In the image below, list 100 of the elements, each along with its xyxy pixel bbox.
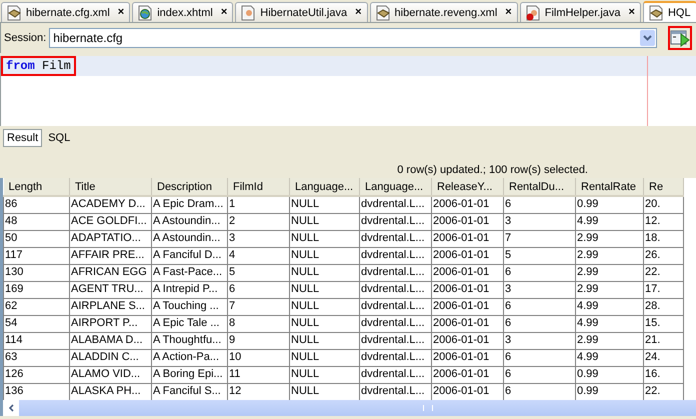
table-cell: 4.99 xyxy=(577,351,598,363)
table-cell: A Fast-Pace... xyxy=(153,266,222,278)
table-cell: ALADDIN C... xyxy=(71,351,139,363)
table-cell: 6 xyxy=(229,283,236,295)
table-cell: dvdrental.L... xyxy=(361,385,425,397)
table-cell: 0.99 xyxy=(577,198,598,210)
table-cell: NULL xyxy=(291,249,320,261)
table-cell: AIRPLANE S... xyxy=(71,300,145,312)
table-cell: ALABAMA D... xyxy=(71,334,143,346)
close-icon[interactable]: × xyxy=(118,7,124,18)
java-file-error-icon xyxy=(524,4,541,20)
close-icon[interactable]: × xyxy=(505,7,512,18)
table-cell: 22. xyxy=(645,266,660,278)
table-cell: 117 xyxy=(5,249,23,261)
config-file-icon xyxy=(6,4,22,20)
table-cell: 2006-01-01 xyxy=(433,300,490,312)
editor-tab[interactable]: hibernate.cfg.xml × xyxy=(1,2,130,22)
table-cell: 6 xyxy=(505,300,512,312)
result-tab[interactable]: SQL xyxy=(45,130,74,146)
table-cell: 4.99 xyxy=(577,300,598,312)
table-cell: A Fanciful S... xyxy=(153,385,221,397)
table-cell: 10 xyxy=(229,351,242,363)
table-cell: NULL xyxy=(291,198,320,210)
table-cell: 18. xyxy=(645,232,660,244)
table-cell: A Intrepid P... xyxy=(153,283,218,295)
run-button[interactable] xyxy=(668,26,692,50)
table-cell: 5 xyxy=(505,249,512,261)
table-cell: 3 xyxy=(505,334,512,346)
table-cell: 136 xyxy=(5,385,24,397)
table-cell: 8 xyxy=(229,317,236,329)
table-cell: NULL xyxy=(291,266,320,278)
table-cell: dvdrental.L... xyxy=(361,232,425,244)
table-cell: A Astoundin... xyxy=(153,215,220,227)
table-cell: NULL xyxy=(291,351,320,363)
table-cell: 17. xyxy=(645,283,660,295)
table-cell: 2006-01-01 xyxy=(433,283,490,295)
table-cell: 2006-01-01 xyxy=(433,385,490,397)
table-cell: ALAMO VID... xyxy=(71,368,140,380)
table-cell: 6 xyxy=(505,266,512,278)
table-cell: 12. xyxy=(645,215,660,227)
editor-tab[interactable]: FilmHelper.java × xyxy=(520,2,641,22)
table-cell: ACE GOLDFI... xyxy=(71,215,147,227)
table-cell: 9 xyxy=(229,334,236,346)
table-cell: dvdrental.L... xyxy=(361,198,425,210)
table-cell: 2.99 xyxy=(577,283,598,295)
table-cell: A Fanciful D... xyxy=(153,249,222,261)
table-cell: 2.99 xyxy=(577,334,598,346)
table-cell: NULL xyxy=(291,300,320,312)
table-cell: 2006-01-01 xyxy=(433,232,490,244)
scroll-thumb[interactable] xyxy=(423,405,433,411)
table-cell: 2006-01-01 xyxy=(433,368,490,380)
table-cell: 2006-01-01 xyxy=(433,317,490,329)
table-cell: A Astoundin... xyxy=(153,232,220,244)
table-cell: 24. xyxy=(645,351,660,363)
table-cell: A Thoughtfu... xyxy=(153,334,222,346)
table-cell: 2.99 xyxy=(577,266,598,278)
table-cell: AFRICAN EGG xyxy=(71,266,147,278)
table-cell: 6 xyxy=(505,198,512,210)
scroll-left-button[interactable] xyxy=(3,400,19,416)
editor-tab[interactable]: hibernate.reveng.xml × xyxy=(370,2,518,22)
table-cell: dvdrental.L... xyxy=(361,215,425,227)
table-cell: 3 xyxy=(505,215,512,227)
horizontal-scrollbar[interactable] xyxy=(0,400,696,416)
editor-tab[interactable]: HibernateUtil.java × xyxy=(235,2,368,22)
table-cell: 114 xyxy=(5,334,23,346)
query-text: from Film xyxy=(1,56,76,76)
table-cell: AFFAIR PRE... xyxy=(71,249,144,261)
table-cell: 2.99 xyxy=(577,249,598,261)
table-cell: A Epic Tale ... xyxy=(153,317,220,329)
table-cell: 4.99 xyxy=(577,317,598,329)
table-cell: 28. xyxy=(645,300,660,312)
table-cell: 4.99 xyxy=(577,215,598,227)
close-icon[interactable]: × xyxy=(355,7,362,18)
table-cell: 0.99 xyxy=(577,368,598,380)
table-cell: 130 xyxy=(5,266,24,278)
table-cell: dvdrental.L... xyxy=(361,283,425,295)
table-cell: AGENT TRU... xyxy=(71,283,144,295)
table-cell: A Epic Dram... xyxy=(153,198,224,210)
chevron-down-icon xyxy=(643,35,652,41)
table-cell: 26. xyxy=(645,249,660,261)
table-cell: 86 xyxy=(5,198,18,210)
table-cell: 6 xyxy=(505,385,512,397)
result-tab[interactable]: Result xyxy=(3,129,42,147)
editor-tab[interactable]: HQL xyxy=(642,1,696,22)
table-cell: dvdrental.L... xyxy=(361,334,425,346)
table-cell: dvdrental.L... xyxy=(361,266,425,278)
table-cell: 11 xyxy=(229,368,240,380)
close-icon[interactable]: × xyxy=(628,7,635,18)
table-cell: 2006-01-01 xyxy=(433,249,490,261)
query-editor[interactable]: from Film xyxy=(0,56,696,126)
session-dropdown[interactable]: hibernate.cfg xyxy=(49,28,657,48)
table-cell: 6 xyxy=(505,351,512,363)
editor-tab[interactable]: index.xhtml × xyxy=(132,2,234,22)
column-header[interactable]: Title xyxy=(75,180,96,192)
close-icon[interactable]: × xyxy=(220,7,228,18)
table-cell: 2006-01-01 xyxy=(433,215,490,227)
table-cell: 54 xyxy=(5,317,18,329)
table-cell: dvdrental.L... xyxy=(361,317,425,329)
table-cell: NULL xyxy=(291,334,320,346)
table-cell: dvdrental.L... xyxy=(361,368,425,380)
